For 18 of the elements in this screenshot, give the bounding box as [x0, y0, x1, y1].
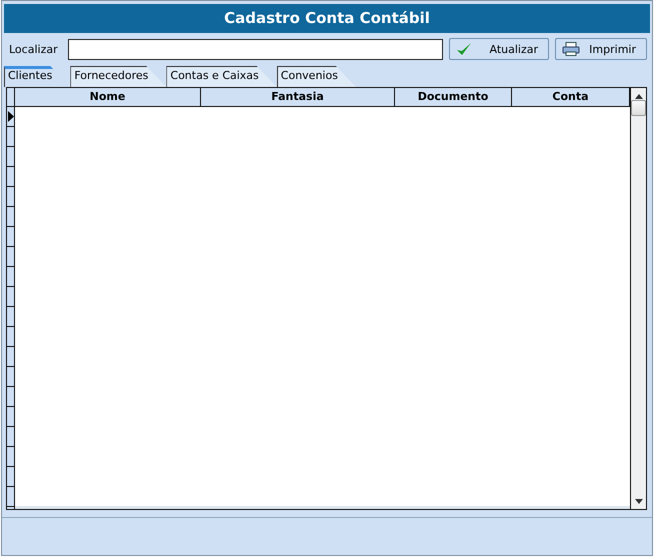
tab[interactable]: Contas e Caixas — [166, 66, 277, 87]
tab[interactable]: Clientes — [4, 66, 70, 87]
print-button[interactable]: Imprimir — [555, 38, 647, 60]
scroll-down-icon[interactable] — [634, 499, 642, 504]
column-header[interactable]: Nome — [15, 88, 201, 106]
current-row-icon — [7, 111, 14, 122]
checkmark-icon — [456, 42, 472, 56]
column-header[interactable]: Fantasia — [201, 88, 395, 106]
scroll-thumb[interactable] — [631, 100, 646, 116]
column-header[interactable]: Documento — [395, 88, 512, 106]
window-title: Cadastro Conta Contábil — [4, 4, 650, 33]
tab[interactable]: Fornecedores — [70, 66, 166, 87]
printer-icon — [562, 42, 580, 56]
search-field[interactable] — [68, 38, 443, 60]
search-label: Localizar — [9, 42, 58, 56]
vertical-scrollbar[interactable] — [630, 88, 646, 509]
tab[interactable]: Convenios — [276, 66, 356, 87]
refresh-button[interactable]: Atualizar — [449, 38, 549, 60]
